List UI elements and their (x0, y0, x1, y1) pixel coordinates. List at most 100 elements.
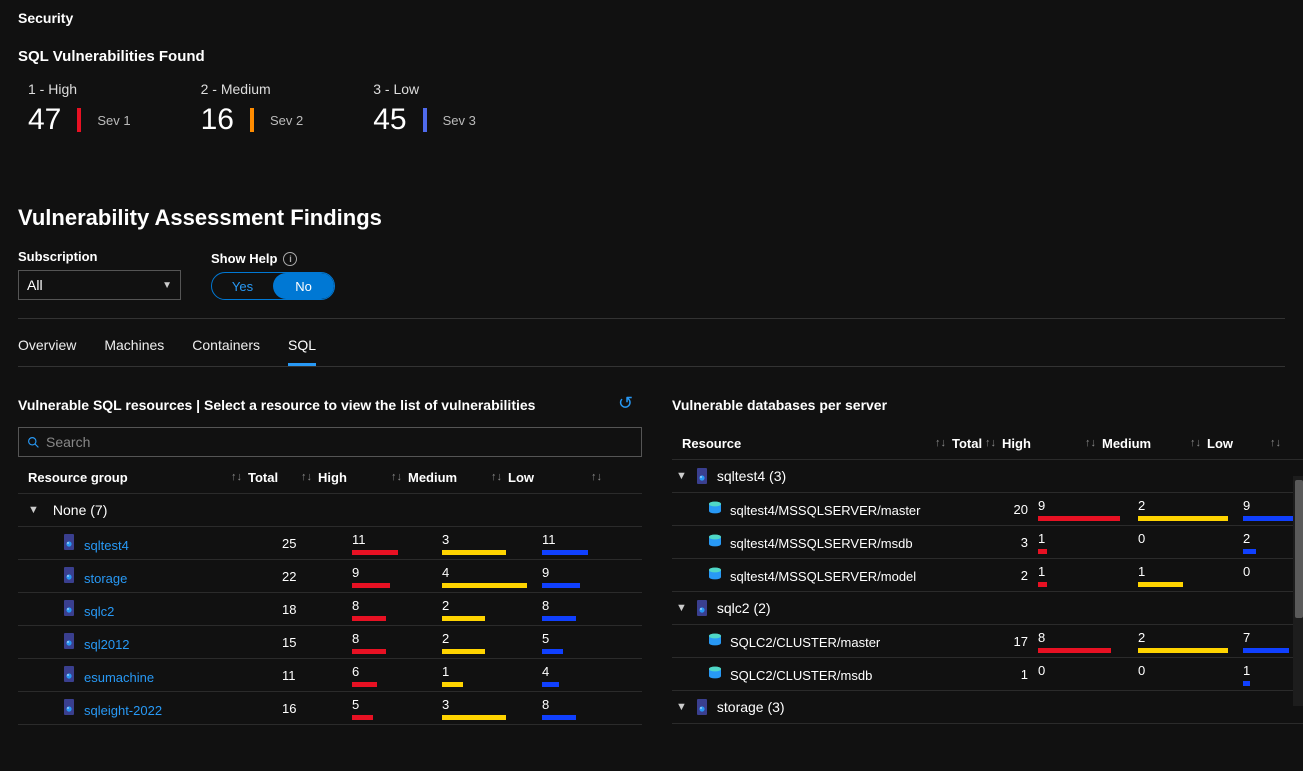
left-panel-title: Vulnerable SQL resources | Select a reso… (18, 397, 642, 413)
database-icon (708, 633, 722, 647)
tab-machines[interactable]: Machines (104, 337, 164, 366)
sort-icon[interactable]: ↑↓ (491, 471, 508, 483)
sort-icon[interactable]: ↑↓ (1270, 437, 1287, 449)
database-name: sqltest4/MSSQLSERVER/msdb (730, 536, 913, 551)
stat-label: 1 - High (28, 81, 131, 97)
sort-icon[interactable]: ↑↓ (985, 437, 1002, 449)
col-high[interactable]: High (1002, 436, 1031, 451)
search-placeholder: Search (46, 434, 90, 450)
database-icon (708, 534, 722, 548)
sort-icon[interactable]: ↑↓ (1085, 437, 1102, 449)
table-row[interactable]: sqltest4/MSSQLSERVER/master 20 9 2 9 (672, 493, 1303, 526)
stat-value: 45 (373, 103, 406, 137)
stat-2: 3 - Low 45 Sev 3 (373, 81, 476, 137)
resource-link[interactable]: sqltest4 (84, 538, 129, 553)
tab-containers[interactable]: Containers (192, 337, 260, 366)
right-panel-title: Vulnerable databases per server (672, 397, 1303, 413)
table-row[interactable]: SQLC2/CLUSTER/msdb 1 0 0 1 (672, 658, 1303, 691)
server-icon (62, 633, 76, 649)
database-name: SQLC2/CLUSTER/master (730, 635, 880, 650)
search-icon (27, 436, 40, 449)
database-name: sqltest4/MSSQLSERVER/master (730, 503, 921, 518)
stat-label: 2 - Medium (201, 81, 304, 97)
sort-icon[interactable]: ↑↓ (1190, 437, 1207, 449)
server-group-label: sqltest4 (3) (717, 468, 786, 484)
show-help-toggle[interactable]: Yes No (211, 272, 335, 300)
col-resource[interactable]: Resource (682, 436, 741, 451)
table-row[interactable]: sqleight-2022 16 5 3 8 (18, 692, 642, 725)
table-row[interactable]: sqltest4/MSSQLSERVER/msdb 3 1 0 2 (672, 526, 1303, 559)
severity-bar-icon (423, 108, 427, 132)
resource-link[interactable]: sqleight-2022 (84, 703, 162, 718)
summary-stats: 1 - High 47 Sev 1 2 - Medium 16 Sev 2 3 … (28, 81, 1285, 137)
stat-severity: Sev 2 (270, 113, 303, 128)
sort-icon[interactable]: ↑↓ (301, 471, 318, 483)
stat-0: 1 - High 47 Sev 1 (28, 81, 131, 137)
database-icon (708, 567, 722, 581)
col-resource-group[interactable]: Resource group (28, 470, 128, 485)
stat-1: 2 - Medium 16 Sev 2 (201, 81, 304, 137)
breadcrumb: Security (18, 10, 1285, 26)
table-row[interactable]: sqltest4 25 11 3 11 (18, 527, 642, 560)
severity-bar-icon (77, 108, 81, 132)
summary-title: SQL Vulnerabilities Found (18, 48, 1285, 65)
tabs: Overview Machines Containers SQL (18, 337, 1285, 366)
database-name: sqltest4/MSSQLSERVER/model (730, 569, 916, 584)
server-group-label: storage (3) (717, 699, 785, 715)
stat-severity: Sev 3 (443, 113, 476, 128)
tab-sql[interactable]: SQL (288, 337, 316, 366)
stat-label: 3 - Low (373, 81, 476, 97)
server-group-row[interactable]: ▼ storage (3) (672, 691, 1303, 724)
resource-link[interactable]: sql2012 (84, 637, 130, 652)
table-row[interactable]: sqlc2 18 8 2 8 (18, 593, 642, 626)
resource-link[interactable]: esumachine (84, 670, 154, 685)
col-low[interactable]: Low (508, 470, 534, 485)
chevron-down-icon: ▼ (162, 280, 172, 291)
server-icon (62, 666, 76, 682)
scroll-thumb[interactable] (1295, 480, 1303, 618)
server-icon (695, 699, 709, 715)
toggle-no[interactable]: No (273, 273, 334, 299)
toggle-yes[interactable]: Yes (212, 273, 273, 299)
col-medium[interactable]: Medium (408, 470, 457, 485)
table-row[interactable]: sql2012 15 8 2 5 (18, 626, 642, 659)
show-help-label: Show Help (211, 251, 277, 266)
group-label: None (7) (53, 502, 107, 518)
resource-link[interactable]: storage (84, 571, 127, 586)
database-icon (708, 501, 722, 515)
server-icon (62, 567, 76, 583)
resource-link[interactable]: sqlc2 (84, 604, 114, 619)
database-icon (708, 666, 722, 680)
server-group-row[interactable]: ▼ sqlc2 (2) (672, 592, 1303, 625)
col-medium[interactable]: Medium (1102, 436, 1151, 451)
server-icon (62, 699, 76, 715)
server-icon (695, 600, 709, 616)
group-row[interactable]: ▼ None (7) (18, 494, 642, 527)
subscription-select[interactable]: All ▼ (18, 270, 181, 300)
server-icon (62, 600, 76, 616)
stat-severity: Sev 1 (97, 113, 130, 128)
sort-icon[interactable]: ↑↓ (591, 471, 608, 483)
tab-overview[interactable]: Overview (18, 337, 76, 366)
col-total[interactable]: Total (248, 470, 278, 485)
sort-icon[interactable]: ↑↓ (391, 471, 408, 483)
col-total[interactable]: Total (952, 436, 982, 451)
findings-title: Vulnerability Assessment Findings (18, 205, 1285, 231)
sort-icon[interactable]: ↑↓ (231, 471, 248, 483)
search-input[interactable]: Search (18, 427, 642, 457)
scrollbar[interactable] (1293, 476, 1303, 706)
reset-icon[interactable]: ↺ (618, 393, 633, 414)
table-row[interactable]: storage 22 9 4 9 (18, 560, 642, 593)
database-name: SQLC2/CLUSTER/msdb (730, 668, 872, 683)
server-icon (695, 468, 709, 484)
sort-icon[interactable]: ↑↓ (935, 437, 952, 449)
col-high[interactable]: High (318, 470, 347, 485)
chevron-down-icon: ▼ (676, 470, 687, 482)
table-row[interactable]: esumachine 11 6 1 4 (18, 659, 642, 692)
server-group-row[interactable]: ▼ sqltest4 (3) (672, 460, 1303, 493)
chevron-down-icon: ▼ (676, 701, 687, 713)
col-low[interactable]: Low (1207, 436, 1233, 451)
table-row[interactable]: sqltest4/MSSQLSERVER/model 2 1 1 0 (672, 559, 1303, 592)
chevron-down-icon: ▼ (676, 602, 687, 614)
table-row[interactable]: SQLC2/CLUSTER/master 17 8 2 7 (672, 625, 1303, 658)
